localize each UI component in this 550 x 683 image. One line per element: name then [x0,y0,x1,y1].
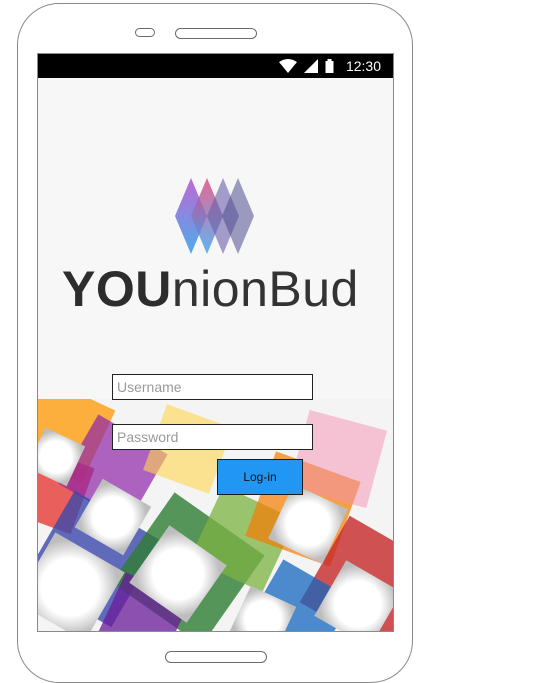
status-time: 12:30 [345,58,381,74]
password-field[interactable] [112,424,313,450]
username-field[interactable] [112,374,313,400]
status-bar: 12:30 [38,54,393,78]
home-button[interactable] [165,651,267,663]
signal-icon [303,59,318,73]
earpiece-speaker [175,28,257,39]
app-logo-wordmark: YOUnionBud [62,257,359,321]
logo-mark-icon [175,178,255,259]
front-camera [135,28,155,37]
logo-text-light: nionBud [171,261,359,317]
battery-icon [325,59,334,73]
app-screen: 12:30 YOUnionBud Username Log-in [37,53,394,632]
logo-text-bold: YOU [62,261,172,317]
wifi-icon [278,59,297,73]
login-button[interactable]: Log-in [217,459,303,495]
